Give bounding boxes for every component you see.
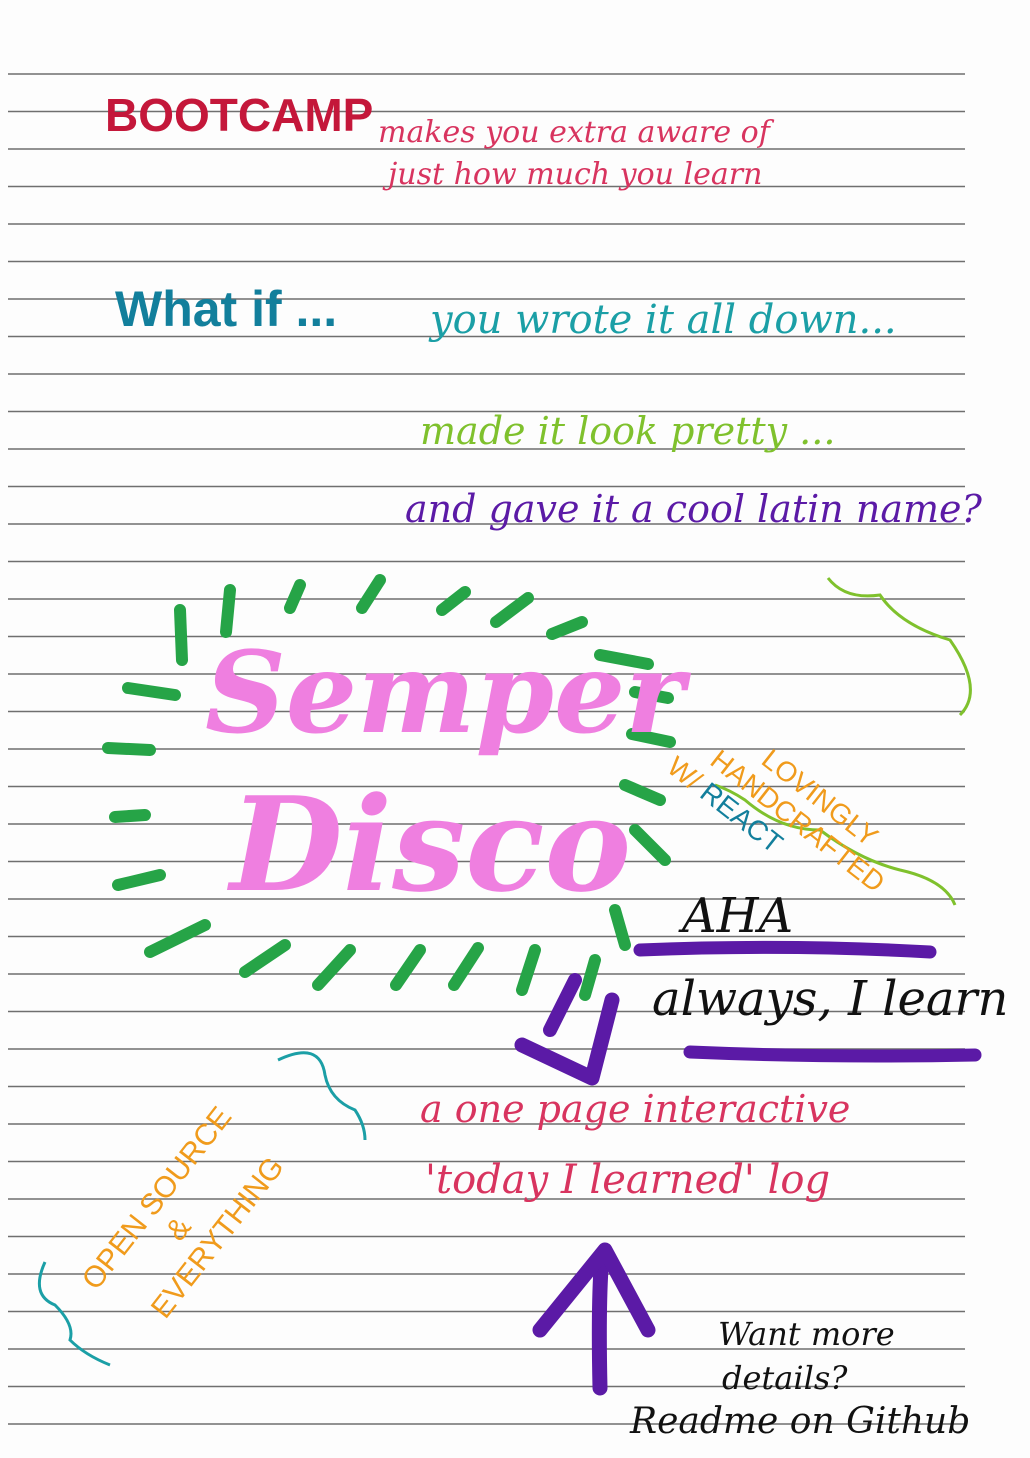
- title-semper: Semper: [205, 628, 685, 759]
- headline-rest-line2: just how much you learn: [388, 157, 763, 192]
- clause-latin: and gave it a cool latin name?: [405, 487, 982, 531]
- desc-line1: a one page interactive: [420, 1087, 851, 1131]
- headline-word: BOOTCAMP: [105, 89, 374, 141]
- desc-line2: 'today I learned' log: [425, 1157, 831, 1203]
- clause-write: you wrote it all down...: [430, 297, 897, 343]
- title-disco: Disco: [230, 768, 632, 921]
- headline-rest-line1: makes you extra aware of: [378, 115, 770, 150]
- want-line1: Want more: [718, 1315, 895, 1353]
- aha: AHA: [682, 888, 794, 944]
- want-line2: details?: [722, 1359, 848, 1397]
- notebook-page: BOOTCAMP makes you extra aware of just h…: [0, 0, 1030, 1458]
- want-line3: Readme on Github: [630, 1401, 971, 1442]
- clause-pretty: made it look pretty ...: [420, 409, 836, 453]
- what-if: What if ...: [115, 281, 338, 337]
- always-i-learn: always, I learn: [652, 971, 1009, 1027]
